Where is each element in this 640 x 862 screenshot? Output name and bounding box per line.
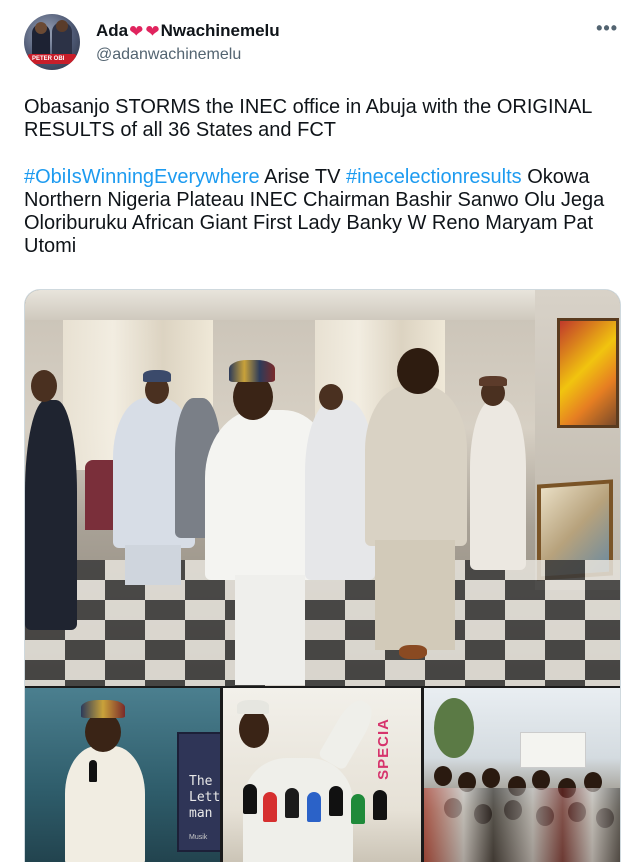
photo-person-head <box>85 712 121 752</box>
microphone-icon <box>329 786 343 816</box>
photo-painting <box>557 318 619 428</box>
tweet-headline: Obasanjo STORMS the INEC office in Abuja… <box>24 96 592 141</box>
photo-person-cap <box>229 360 275 382</box>
photo-person-head <box>239 710 269 748</box>
tweet-header: PETER OBI Ada ❤ ❤ Nwachinemelu @adanwach… <box>24 14 624 70</box>
tweet-tags-paragraph: #ObiIsWinningEverywhere Arise TV #inecel… <box>24 166 620 258</box>
tweet-text-segment: Arise TV <box>259 166 346 188</box>
microphone-icon <box>89 760 97 782</box>
heart-icon: ❤ <box>129 21 144 41</box>
book-author: Musik <box>189 834 208 841</box>
avatar-banner: PETER OBI <box>28 54 76 64</box>
photo-person-cap <box>81 700 125 718</box>
photo-ceiling <box>25 290 620 320</box>
more-options-icon[interactable]: ••• <box>596 18 618 39</box>
author-avatar[interactable]: PETER OBI <box>24 14 80 70</box>
photo-person-trousers <box>375 540 455 650</box>
tweet-body: Obasanjo STORMS the INEC office in Abuja… <box>24 96 620 258</box>
photo-tree <box>434 698 474 758</box>
hashtag-link[interactable]: #inecelectionresults <box>346 166 522 188</box>
photo-person-cap <box>237 700 269 714</box>
microphone-icon <box>307 792 321 822</box>
photo-person-head <box>319 384 343 410</box>
photo-person-trousers <box>125 545 181 585</box>
photo-person <box>470 400 526 570</box>
photo-person <box>65 746 145 862</box>
photo-person-head <box>31 370 57 402</box>
microphone-icon <box>285 788 299 818</box>
photo-person-cap <box>479 376 507 386</box>
microphone-icon <box>351 794 365 824</box>
photo-person-head <box>397 348 439 394</box>
author-name-start: Ada <box>96 21 129 40</box>
photo-person <box>365 386 467 546</box>
thumb-photo-press[interactable]: SPECIA <box>223 688 421 862</box>
photo-person-trousers <box>235 575 305 685</box>
photo-book: The Lett man Musik <box>177 732 220 852</box>
tweet-media-grid: The Lett man Musik SPECIA <box>24 289 621 862</box>
avatar-face-right <box>56 20 68 32</box>
author-name[interactable]: Ada ❤ ❤ Nwachinemelu <box>96 20 280 42</box>
microphone-icon <box>243 784 257 814</box>
photo-crowd-head <box>434 766 452 786</box>
microphone-icon <box>373 790 387 820</box>
photo-person <box>25 400 77 630</box>
author-name-end: Nwachinemelu <box>160 21 280 40</box>
photo-person-shoe <box>399 645 427 659</box>
photo-crowd-head <box>482 768 500 788</box>
avatar-banner-text: PETER OBI <box>32 56 65 62</box>
main-photo[interactable] <box>25 290 620 686</box>
photo-building-sign <box>520 732 586 768</box>
heart-icon: ❤ <box>145 21 160 41</box>
photo-person-arm <box>317 695 379 771</box>
thumb-photo-crowd[interactable] <box>424 688 620 862</box>
book-title: The Lett man <box>189 774 220 821</box>
microphone-icon <box>263 792 277 822</box>
photo-crowd-bodies <box>424 788 620 862</box>
author-handle[interactable]: @adanwachinemelu <box>96 46 241 64</box>
banner-text: SPECIA <box>375 718 392 780</box>
photo-person-cap <box>143 370 171 382</box>
photo-crowd-head <box>532 770 550 790</box>
hashtag-link[interactable]: #ObiIsWinningEverywhere <box>24 166 260 188</box>
thumb-photo-speaker[interactable]: The Lett man Musik <box>25 688 220 862</box>
avatar-face-left <box>35 22 47 34</box>
